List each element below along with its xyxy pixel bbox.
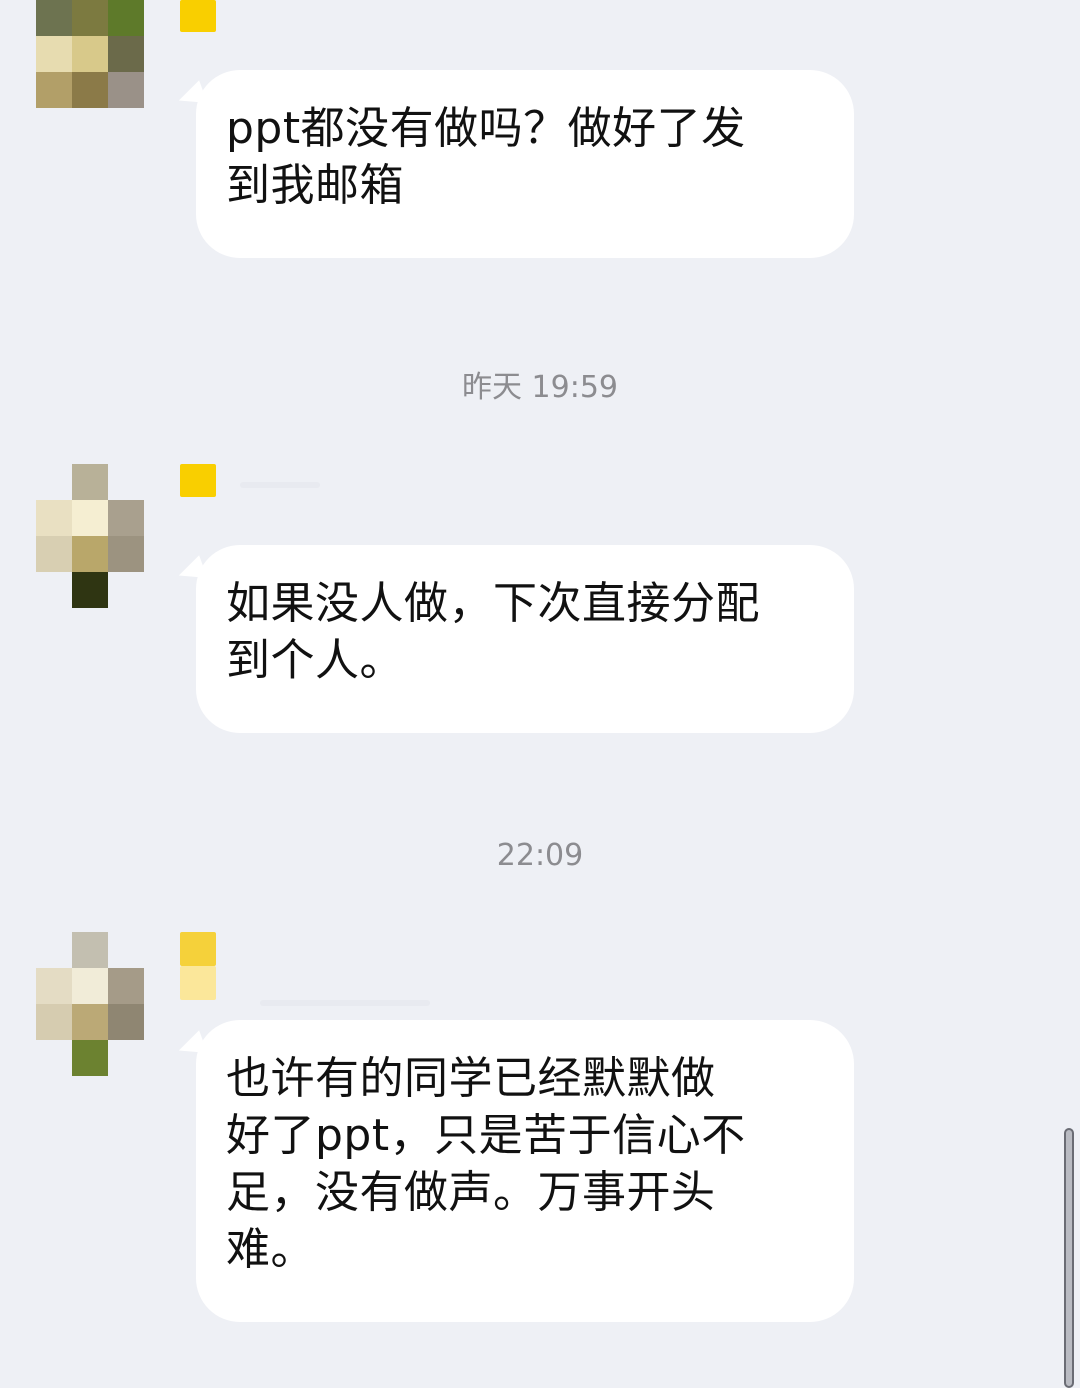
avatar[interactable] — [36, 0, 144, 108]
message-text: ppt都没有做吗？做好了发 到我邮箱 — [226, 103, 746, 211]
member-tag — [180, 932, 216, 966]
sender-name — [240, 482, 320, 488]
message-text: 也许有的同学已经默默做 好了ppt，只是苦于信心不 足，没有做声。万事开头 难。 — [226, 1053, 746, 1275]
member-tag — [180, 966, 216, 1000]
chat-message-list[interactable]: ppt都没有做吗？做好了发 到我邮箱 昨天 19:59 如果没人做，下次直接分配… — [0, 0, 1080, 1378]
scrollbar[interactable] — [1064, 1128, 1074, 1388]
member-tag — [180, 0, 216, 32]
message-bubble[interactable]: ppt都没有做吗？做好了发 到我邮箱 — [196, 70, 854, 258]
avatar[interactable] — [36, 932, 144, 1076]
sender-name — [260, 1000, 430, 1006]
message-text: 如果没人做，下次直接分配 到个人。 — [226, 578, 760, 686]
message-bubble[interactable]: 也许有的同学已经默默做 好了ppt，只是苦于信心不 足，没有做声。万事开头 难。 — [196, 1020, 854, 1322]
timestamp: 22:09 — [496, 838, 584, 873]
timestamp: 昨天 19:59 — [462, 370, 618, 405]
avatar[interactable] — [36, 464, 144, 608]
message-bubble[interactable]: 如果没人做，下次直接分配 到个人。 — [196, 545, 854, 733]
member-tag — [180, 464, 216, 497]
